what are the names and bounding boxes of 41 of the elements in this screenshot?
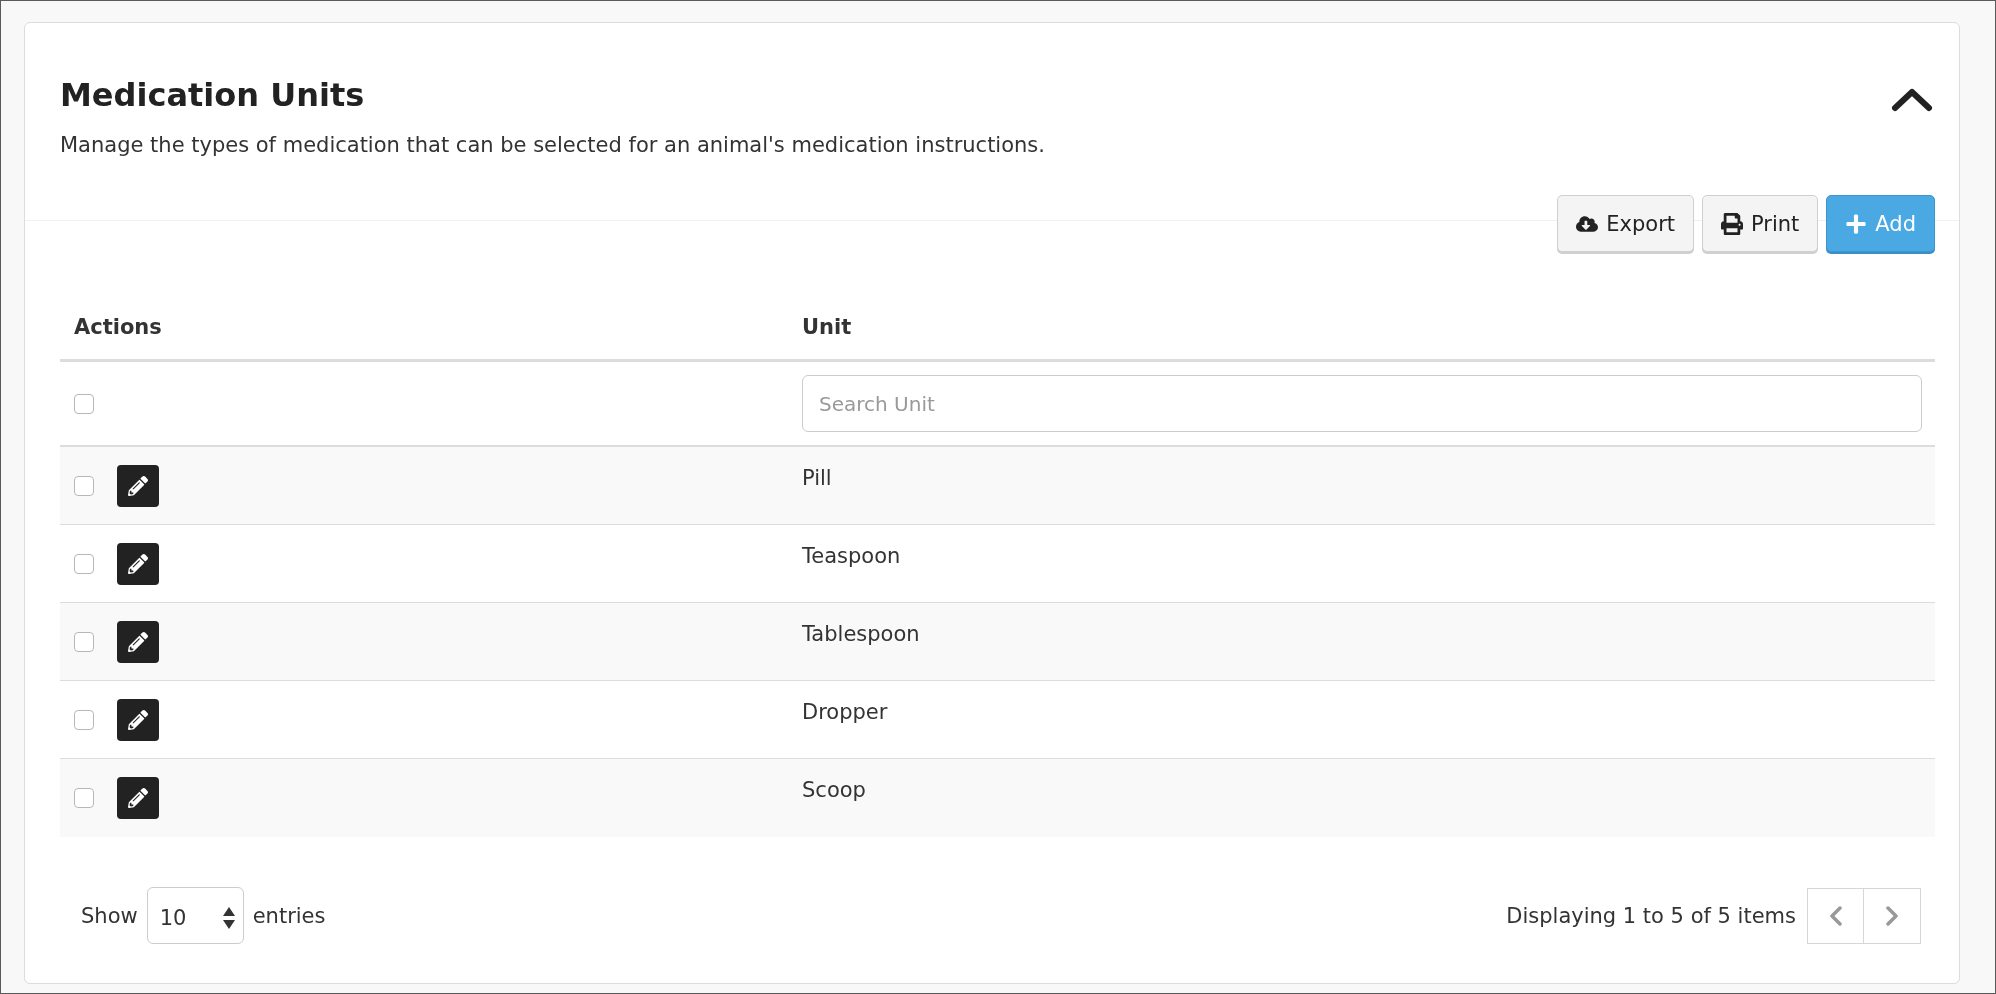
page-size-select[interactable]: 10 <box>146 887 244 944</box>
pagination-summary: Displaying 1 to 5 of 5 items <box>1506 903 1796 928</box>
pencil-icon <box>128 475 148 496</box>
sort-arrows-icon <box>222 906 235 929</box>
export-button[interactable]: Export <box>1557 195 1694 252</box>
edit-button[interactable] <box>117 464 159 507</box>
entries-label: entries <box>252 903 326 928</box>
row-checkbox[interactable] <box>74 553 94 574</box>
printer-icon <box>1721 212 1743 235</box>
plus-icon <box>1845 212 1868 235</box>
table-cell-text: Teaspoon <box>801 543 902 570</box>
row-checkbox[interactable] <box>74 475 94 496</box>
chevron-left-icon <box>1829 905 1842 926</box>
table-cell-text: Scoop <box>801 777 867 804</box>
row-checkbox[interactable] <box>74 788 94 808</box>
column-header: Actions <box>73 313 163 341</box>
table-cell-text: Pill <box>801 465 833 492</box>
panel-description: Manage the types of medication that can be selected for an animal's medication instructions. <box>60 132 1045 159</box>
table-cell-text: Dropper <box>801 699 889 726</box>
search-field[interactable]: Search Unit <box>802 375 1922 432</box>
panel-title: Medication Units <box>60 76 366 114</box>
edit-button[interactable] <box>117 777 159 819</box>
chevron-up-icon <box>1891 88 1933 112</box>
chevron-right-icon <box>1886 905 1898 926</box>
edit-button[interactable] <box>117 542 159 585</box>
print-button[interactable]: Print <box>1702 195 1819 252</box>
pencil-icon <box>128 631 148 652</box>
next-page-button[interactable] <box>1864 887 1921 944</box>
row-checkbox[interactable] <box>74 631 94 652</box>
table-cell-text: Tablespoon <box>801 621 921 648</box>
pencil-icon <box>128 709 148 730</box>
select-all-checkbox[interactable] <box>74 393 94 414</box>
show-label: Show <box>81 903 138 928</box>
edit-button[interactable] <box>117 620 159 663</box>
pencil-icon <box>128 788 148 808</box>
previous-page-button[interactable] <box>1807 887 1864 944</box>
pencil-icon <box>128 553 148 574</box>
row-checkbox[interactable] <box>74 709 94 730</box>
collapse-toggle[interactable] <box>1891 88 1933 112</box>
edit-button[interactable] <box>117 698 159 741</box>
column-header: Unit <box>801 313 853 341</box>
